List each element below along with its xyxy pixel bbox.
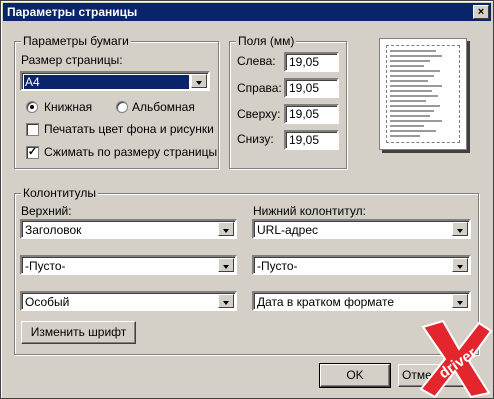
landscape-radio[interactable] [116, 101, 128, 113]
chevron-down-icon[interactable] [452, 222, 468, 236]
preview-margin-frame [386, 45, 460, 143]
chevron-down-icon[interactable] [191, 74, 207, 88]
close-icon: × [477, 6, 485, 18]
chevron-down-icon[interactable] [218, 294, 234, 308]
margin-top-input[interactable]: 19,05 [284, 104, 339, 124]
chevron-down-icon[interactable] [452, 294, 468, 308]
margin-left-label: Слева: [237, 54, 276, 68]
header-select-1-value: Заголовок [25, 223, 82, 237]
margin-bottom-label: Снизу: [237, 132, 274, 146]
portrait-radio[interactable] [26, 101, 38, 113]
print-background-checkbox[interactable] [26, 123, 39, 136]
margin-right-input[interactable]: 19,05 [284, 78, 339, 98]
header-select-3[interactable]: Особый [20, 291, 237, 311]
ok-button[interactable]: OK [319, 363, 391, 388]
chevron-down-icon[interactable] [218, 222, 234, 236]
footer-select-3[interactable]: Дата в кратком формате [252, 291, 471, 311]
footer-select-3-value: Дата в кратком формате [257, 295, 395, 309]
header-select-1[interactable]: Заголовок [20, 219, 237, 239]
header-label: Верхний: [21, 204, 72, 218]
landscape-label: Альбомная [132, 100, 195, 114]
margin-bottom-input[interactable]: 19,05 [284, 130, 339, 150]
footer-select-2-value: -Пусто- [257, 259, 298, 273]
footer-select-1-value: URL-адрес [257, 223, 319, 237]
print-background-label: Печатать цвет фона и рисунки [44, 122, 214, 136]
shrink-to-fit-label: Сжимать по размеру страницы [44, 145, 218, 159]
shrink-to-fit-checkbox[interactable]: ✓ [26, 146, 39, 159]
footer-select-1[interactable]: URL-адрес [252, 219, 471, 239]
page-size-value: A4 [24, 75, 189, 89]
chevron-down-icon[interactable] [218, 258, 234, 272]
page-setup-dialog: Параметры страницы × Параметры бумаги Ра… [0, 0, 494, 399]
header-select-3-value: Особый [25, 295, 70, 309]
dialog-title: Параметры страницы [7, 5, 138, 19]
page-size-select[interactable]: A4 [20, 71, 210, 91]
margin-left-input[interactable]: 19,05 [284, 52, 339, 72]
page-size-label: Размер страницы: [21, 53, 123, 67]
margin-top-label: Сверху: [237, 107, 281, 121]
portrait-label: Книжная [44, 100, 93, 114]
header-select-2[interactable]: -Пусто- [20, 255, 237, 275]
ixbt-driver-logo-icon: driver [419, 319, 493, 399]
header-select-2-value: -Пусто- [25, 259, 66, 273]
chevron-down-icon[interactable] [452, 258, 468, 272]
footer-select-2[interactable]: -Пусто- [252, 255, 471, 275]
check-icon: ✓ [27, 146, 38, 158]
margin-right-label: Справа: [237, 81, 282, 95]
close-button[interactable]: × [473, 5, 489, 19]
headers-footers-group-title: Колонтитулы [21, 186, 99, 200]
paper-group-title: Параметры бумаги [21, 34, 131, 48]
margins-group-title: Поля (мм) [236, 34, 297, 48]
page-preview [379, 38, 467, 150]
title-bar: Параметры страницы × [3, 3, 491, 21]
change-font-button[interactable]: Изменить шрифт [21, 321, 136, 344]
footer-label: Нижний колонтитул: [253, 204, 366, 218]
